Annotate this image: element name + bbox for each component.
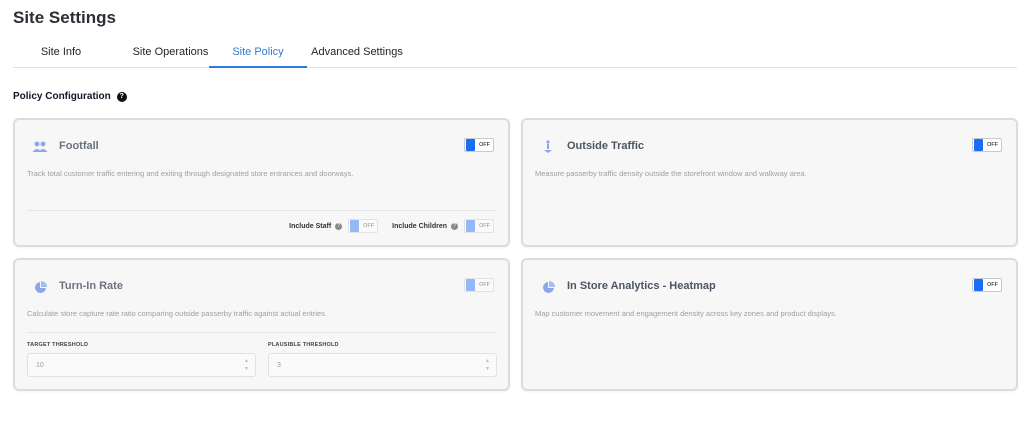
tab-site-info[interactable]: Site Info — [26, 38, 96, 67]
tab-site-operations[interactable]: Site Operations — [118, 38, 223, 67]
turn-in-rate-description: Calculate store capture rate ratio compa… — [27, 309, 328, 318]
turn-in-rate-title: Turn-In Rate — [59, 280, 123, 292]
include-staff-label: Include Staff — [289, 222, 332, 230]
footfall-card: Footfall OFF Track total customer traffi… — [13, 118, 510, 247]
plausible-threshold-value: 3 — [277, 362, 281, 369]
outside-traffic-description: Measure passerby traffic density outside… — [535, 169, 807, 178]
plausible-threshold-label: PLAUSIBLE THRESHOLD — [268, 342, 339, 348]
threshold-fields: TARGET THRESHOLD 10 ▲ ▼ PLAUSIBLE THRESHO… — [27, 342, 497, 377]
person-walking-icon — [539, 138, 557, 156]
users-icon — [31, 138, 49, 156]
page-title: Site Settings — [13, 8, 116, 27]
toggle-state: OFF — [479, 282, 490, 288]
spinner-icon[interactable]: ▲ ▼ — [485, 357, 490, 373]
target-threshold: TARGET THRESHOLD 10 ▲ ▼ — [27, 342, 256, 377]
include-children-toggle[interactable]: OFF — [464, 219, 494, 233]
include-children-label: Include Children — [392, 222, 447, 230]
spinner-icon[interactable]: ▲ ▼ — [244, 357, 249, 373]
question-circle-icon[interactable]: ? — [116, 91, 127, 102]
heatmap-title: In Store Analytics - Heatmap — [567, 280, 716, 292]
footfall-description: Track total customer traffic entering an… — [27, 169, 354, 178]
toggle-knob — [974, 139, 983, 151]
footfall-title: Footfall — [59, 140, 99, 152]
toggle-state: OFF — [363, 223, 375, 229]
pie-chart-icon — [539, 278, 557, 296]
section-title: Policy Configuration ? — [13, 91, 127, 102]
toggle-knob — [350, 220, 360, 232]
toggle-knob — [466, 220, 475, 232]
include-children-option: Include Children ? OFF — [392, 219, 494, 233]
outside-traffic-card: Outside Traffic OFF Measure passerby tra… — [521, 118, 1018, 247]
heatmap-description: Map customer movement and engagement den… — [535, 309, 837, 318]
heatmap-card: In Store Analytics - Heatmap OFF Map cus… — [521, 258, 1018, 391]
tab-site-policy[interactable]: Site Policy — [209, 38, 307, 68]
footfall-options: Include Staff ? OFF Include Children ? O… — [275, 219, 494, 233]
divider — [27, 210, 496, 211]
outside-traffic-title: Outside Traffic — [567, 140, 645, 152]
target-threshold-input[interactable]: 10 ▲ ▼ — [27, 353, 256, 377]
divider — [27, 332, 496, 333]
target-threshold-value: 10 — [36, 362, 44, 369]
plausible-threshold: PLAUSIBLE THRESHOLD 3 ▲ ▼ — [268, 342, 497, 377]
toggle-state: OFF — [479, 223, 490, 229]
turn-in-rate-card: Turn-In Rate OFF Calculate store capture… — [13, 258, 510, 391]
tab-bar: Site Info Site Operations Site Policy Ad… — [13, 38, 1017, 68]
toggle-knob — [466, 139, 475, 151]
tab-advanced-settings[interactable]: Advanced Settings — [309, 38, 405, 67]
toggle-knob — [974, 279, 983, 291]
pie-chart-icon — [31, 278, 49, 296]
question-circle-icon[interactable]: ? — [451, 222, 458, 230]
turn-in-rate-toggle[interactable]: OFF — [464, 278, 494, 292]
target-threshold-label: TARGET THRESHOLD — [27, 342, 89, 348]
plausible-threshold-input[interactable]: 3 ▲ ▼ — [268, 353, 497, 377]
include-staff-option: Include Staff ? OFF — [289, 219, 379, 233]
toggle-state: OFF — [987, 142, 998, 148]
toggle-knob — [466, 279, 475, 291]
section-title-text: Policy Configuration — [13, 91, 111, 102]
outside-traffic-toggle[interactable]: OFF — [972, 138, 1002, 152]
toggle-state: OFF — [987, 282, 998, 288]
heatmap-toggle[interactable]: OFF — [972, 278, 1002, 292]
question-circle-icon[interactable]: ? — [335, 222, 343, 230]
footfall-toggle[interactable]: OFF — [464, 138, 494, 152]
toggle-state: OFF — [479, 142, 490, 148]
include-staff-toggle[interactable]: OFF — [348, 219, 379, 233]
